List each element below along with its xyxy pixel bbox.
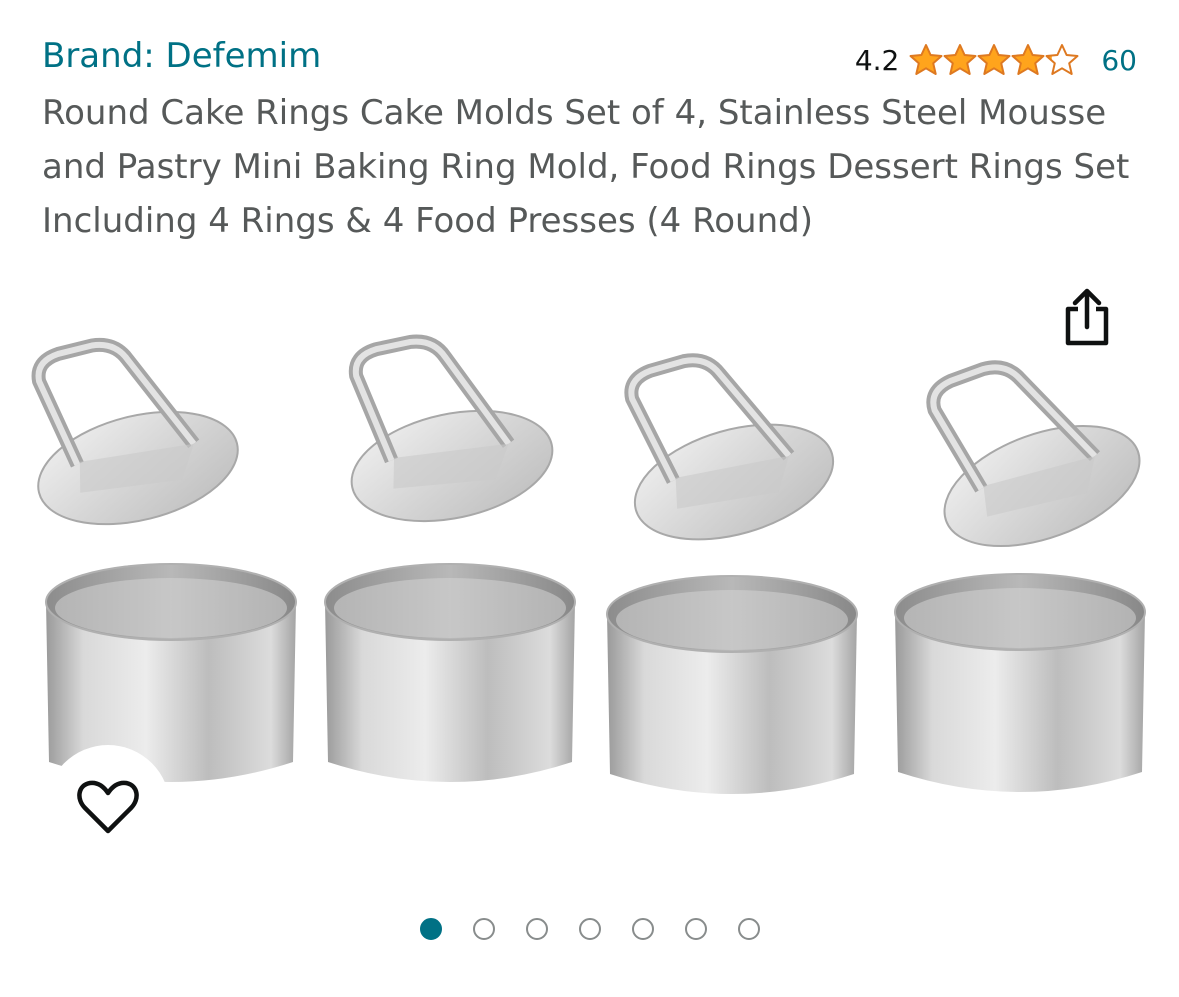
product-photo bbox=[0, 268, 1179, 795]
pagination-dot[interactable] bbox=[419, 918, 442, 940]
pagination-dot[interactable] bbox=[472, 918, 495, 940]
star-icon bbox=[1011, 44, 1045, 75]
pagination-dot[interactable] bbox=[737, 918, 760, 940]
pagination-dot[interactable] bbox=[578, 918, 601, 940]
rating-count-link[interactable]: 60 bbox=[1101, 44, 1137, 77]
wishlist-button[interactable] bbox=[46, 745, 170, 869]
pagination-dot[interactable] bbox=[525, 918, 548, 940]
product-title: Round Cake Rings Cake Molds Set of 4, St… bbox=[42, 93, 1130, 241]
rating-summary[interactable]: 4.2 60 bbox=[855, 40, 1137, 80]
product-image[interactable] bbox=[0, 268, 1179, 888]
star-icon bbox=[909, 44, 943, 75]
star-icon bbox=[977, 44, 1011, 75]
star-rating bbox=[909, 43, 1079, 77]
rating-value: 4.2 bbox=[854, 43, 900, 77]
pagination-dot[interactable] bbox=[684, 918, 707, 940]
star-icon bbox=[1045, 44, 1079, 75]
image-pagination bbox=[0, 918, 1179, 940]
share-icon bbox=[1065, 288, 1109, 346]
star-icon bbox=[943, 44, 977, 75]
heart-icon bbox=[77, 780, 139, 834]
share-button[interactable] bbox=[1056, 282, 1118, 352]
brand-link[interactable]: Brand: Defemim bbox=[42, 34, 321, 78]
pagination-dot[interactable] bbox=[631, 918, 654, 940]
